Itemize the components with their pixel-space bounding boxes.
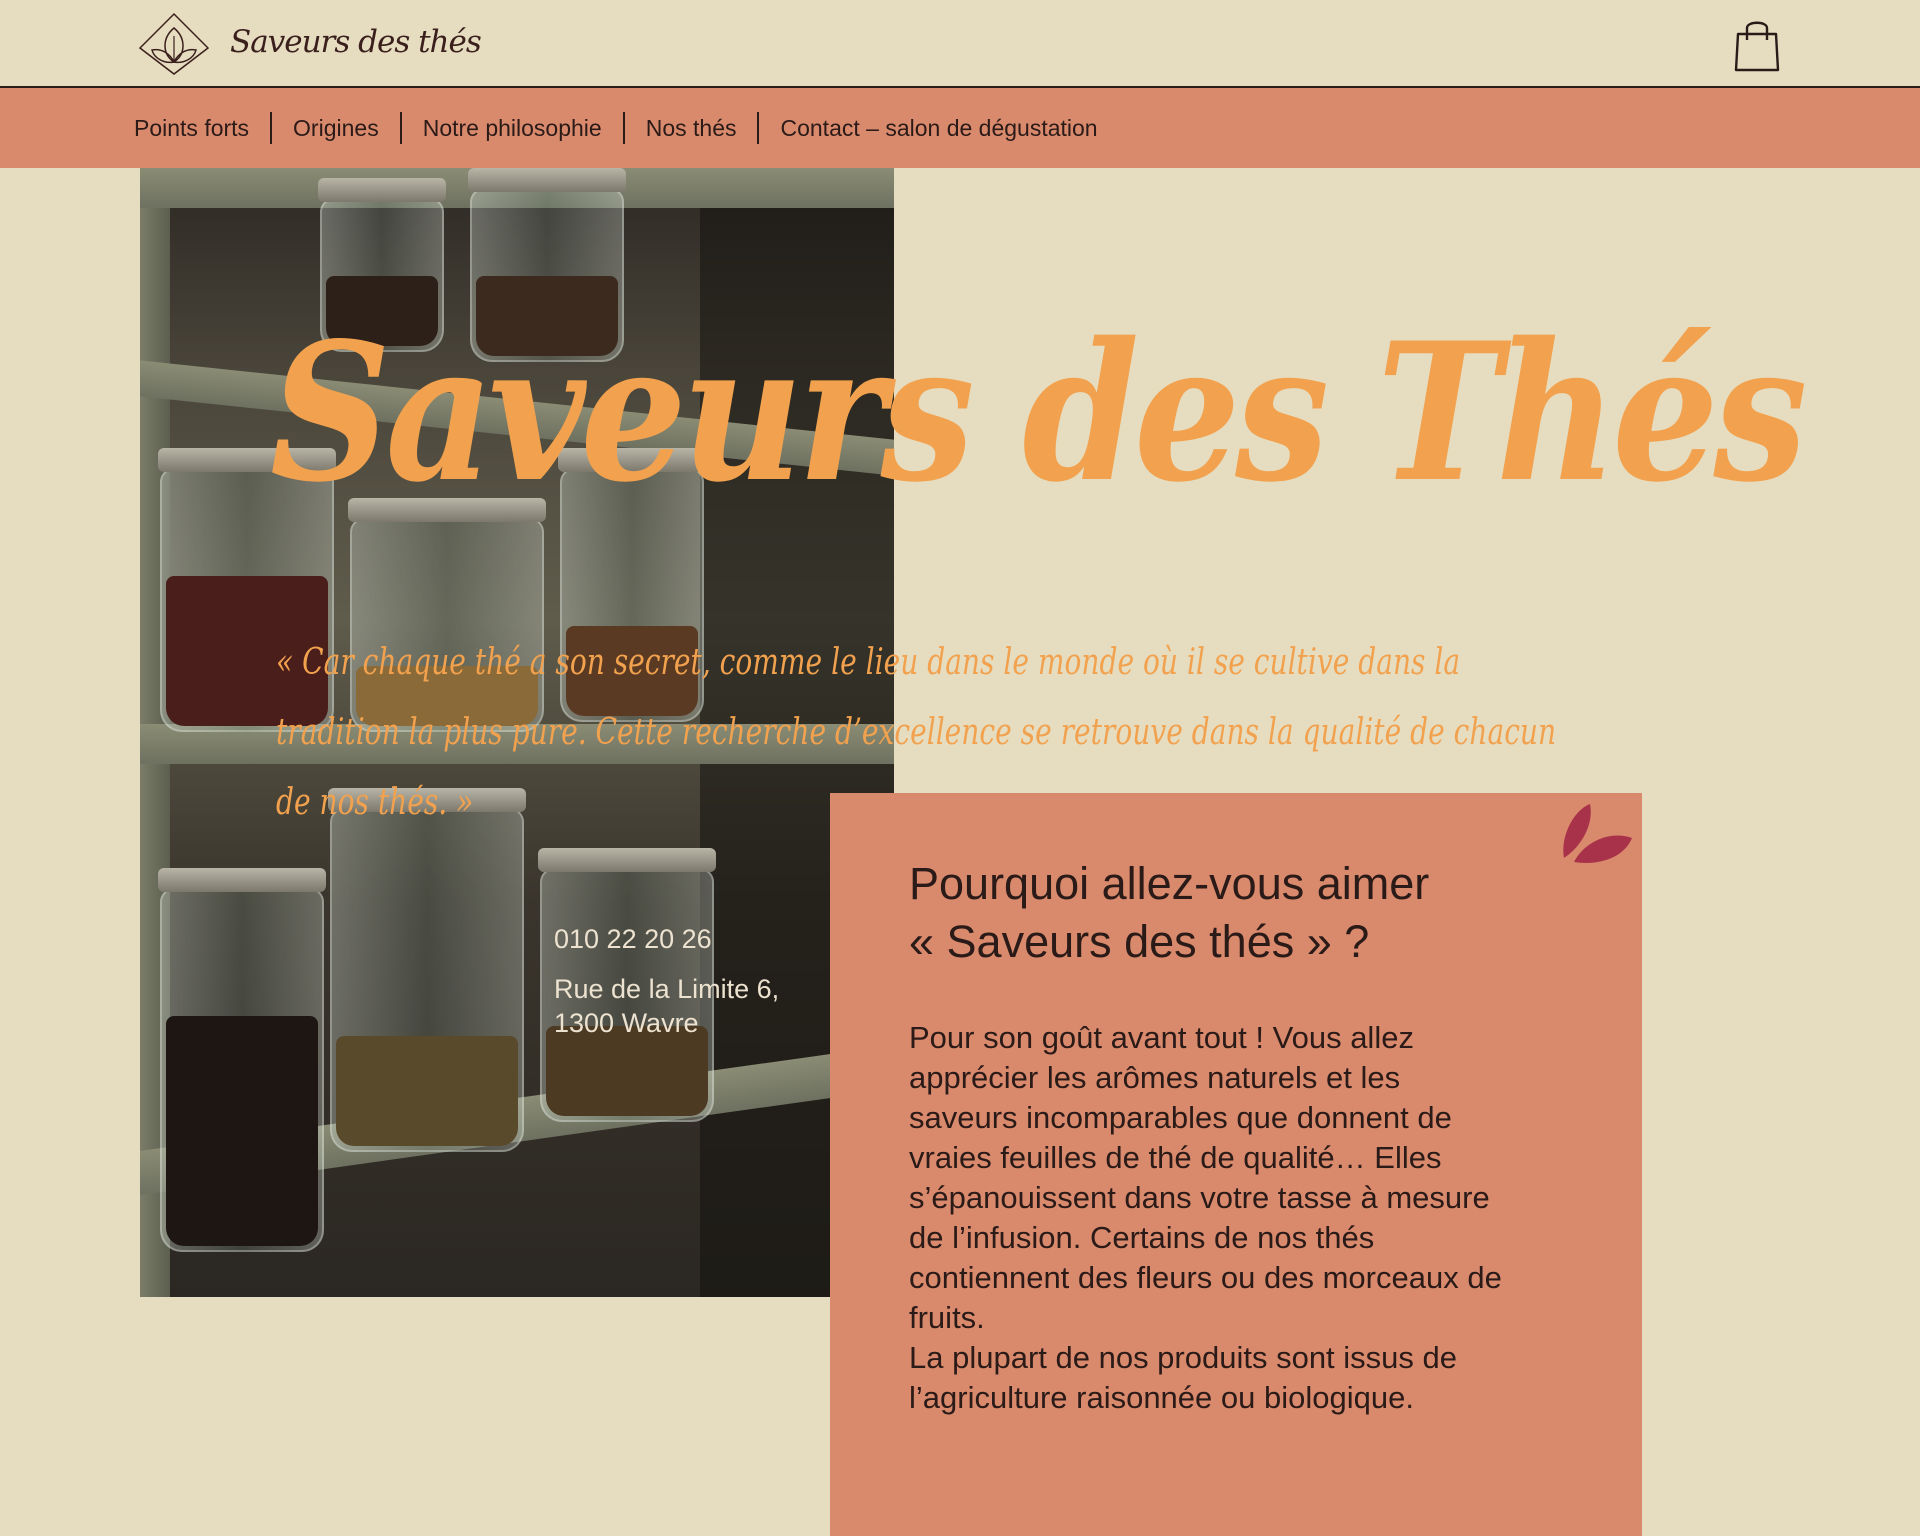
tea-leaf-diamond-logo-icon[interactable] — [138, 12, 210, 76]
nav-separator — [757, 112, 760, 144]
nav-item-origines[interactable]: Origines — [293, 115, 379, 142]
nav-item-points-forts[interactable]: Points forts — [134, 115, 249, 142]
card-paragraph-1: Pour son goût avant tout ! Vous allez ap… — [909, 1020, 1502, 1335]
brand-name[interactable]: Saveurs des thés — [230, 24, 482, 60]
hero-title: Saveurs des Thés — [270, 301, 1808, 524]
address: Rue de la Limite 6, 1300 Wavre — [554, 972, 779, 1040]
nav-item-contact[interactable]: Contact – salon de dégustation — [780, 115, 1097, 142]
nav-item-notre-philosophie[interactable]: Notre philosophie — [423, 115, 602, 142]
nav-list: Points forts Origines Notre philosophie … — [134, 88, 1098, 168]
nav-separator — [270, 112, 273, 144]
phone-number[interactable]: 010 22 20 26 — [554, 924, 712, 955]
main-nav: Points forts Origines Notre philosophie … — [0, 88, 1920, 168]
address-line-2: 1300 Wavre — [554, 1008, 699, 1038]
card-paragraph-2: La plupart de nos produits sont issus de… — [909, 1340, 1458, 1415]
card-title-line-2: « Saveurs des thés » ? — [909, 916, 1370, 967]
card-body: Pour son goût avant tout ! Vous allez ap… — [909, 1018, 1509, 1418]
jar — [158, 868, 326, 1252]
card-title-line-1: Pourquoi allez-vous aimer — [909, 858, 1430, 909]
leaf-icon — [1563, 804, 1632, 863]
site-header: Saveurs des thés — [0, 0, 1920, 88]
jar — [328, 788, 526, 1152]
nav-separator — [622, 112, 625, 144]
card-title: Pourquoi allez-vous aimer « Saveurs des … — [909, 855, 1529, 971]
shopping-bag-icon[interactable] — [1734, 16, 1780, 72]
address-line-1: Rue de la Limite 6, — [554, 974, 780, 1004]
nav-item-nos-thes[interactable]: Nos thés — [646, 115, 737, 142]
nav-separator — [399, 112, 402, 144]
